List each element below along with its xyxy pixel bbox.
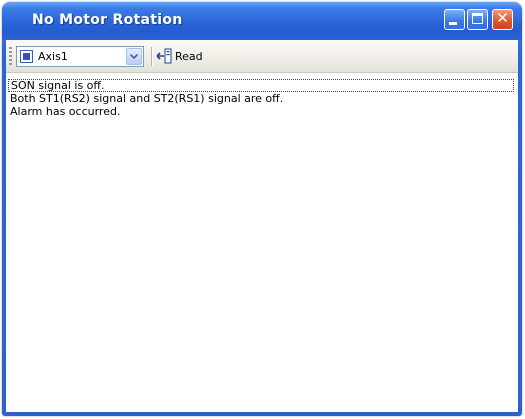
axis-icon (20, 50, 33, 63)
title-bar[interactable]: No Motor Rotation ✕ (2, 2, 522, 40)
read-button[interactable]: Read (156, 46, 214, 67)
toolbar: Axis1 Read (6, 40, 518, 73)
app-window: No Motor Rotation ✕ Axis1 Read SON signa… (2, 2, 522, 416)
dropdown-button[interactable] (126, 48, 142, 65)
toolbar-separator (151, 47, 153, 66)
close-button[interactable]: ✕ (492, 9, 513, 30)
client-area: Axis1 Read SON signal is off. Both ST1(R… (6, 40, 518, 412)
close-icon: ✕ (496, 9, 509, 27)
window-title: No Motor Rotation (32, 12, 183, 28)
chevron-down-icon (130, 54, 138, 59)
axis-select[interactable]: Axis1 (16, 46, 144, 67)
read-button-label: Read (175, 50, 203, 63)
message-item[interactable]: SON signal is off. (8, 79, 514, 92)
minimize-button[interactable] (444, 9, 465, 30)
read-icon (156, 48, 172, 64)
maximize-button[interactable] (467, 9, 488, 30)
message-item[interactable]: Both ST1(RS2) signal and ST2(RS1) signal… (10, 92, 283, 105)
minimize-icon (449, 22, 457, 25)
maximize-icon (472, 13, 483, 24)
axis-select-value: Axis1 (38, 50, 68, 63)
toolbar-grip[interactable] (9, 47, 12, 66)
message-list[interactable]: SON signal is off. Both ST1(RS2) signal … (6, 73, 518, 412)
message-item[interactable]: Alarm has occurred. (10, 105, 120, 118)
